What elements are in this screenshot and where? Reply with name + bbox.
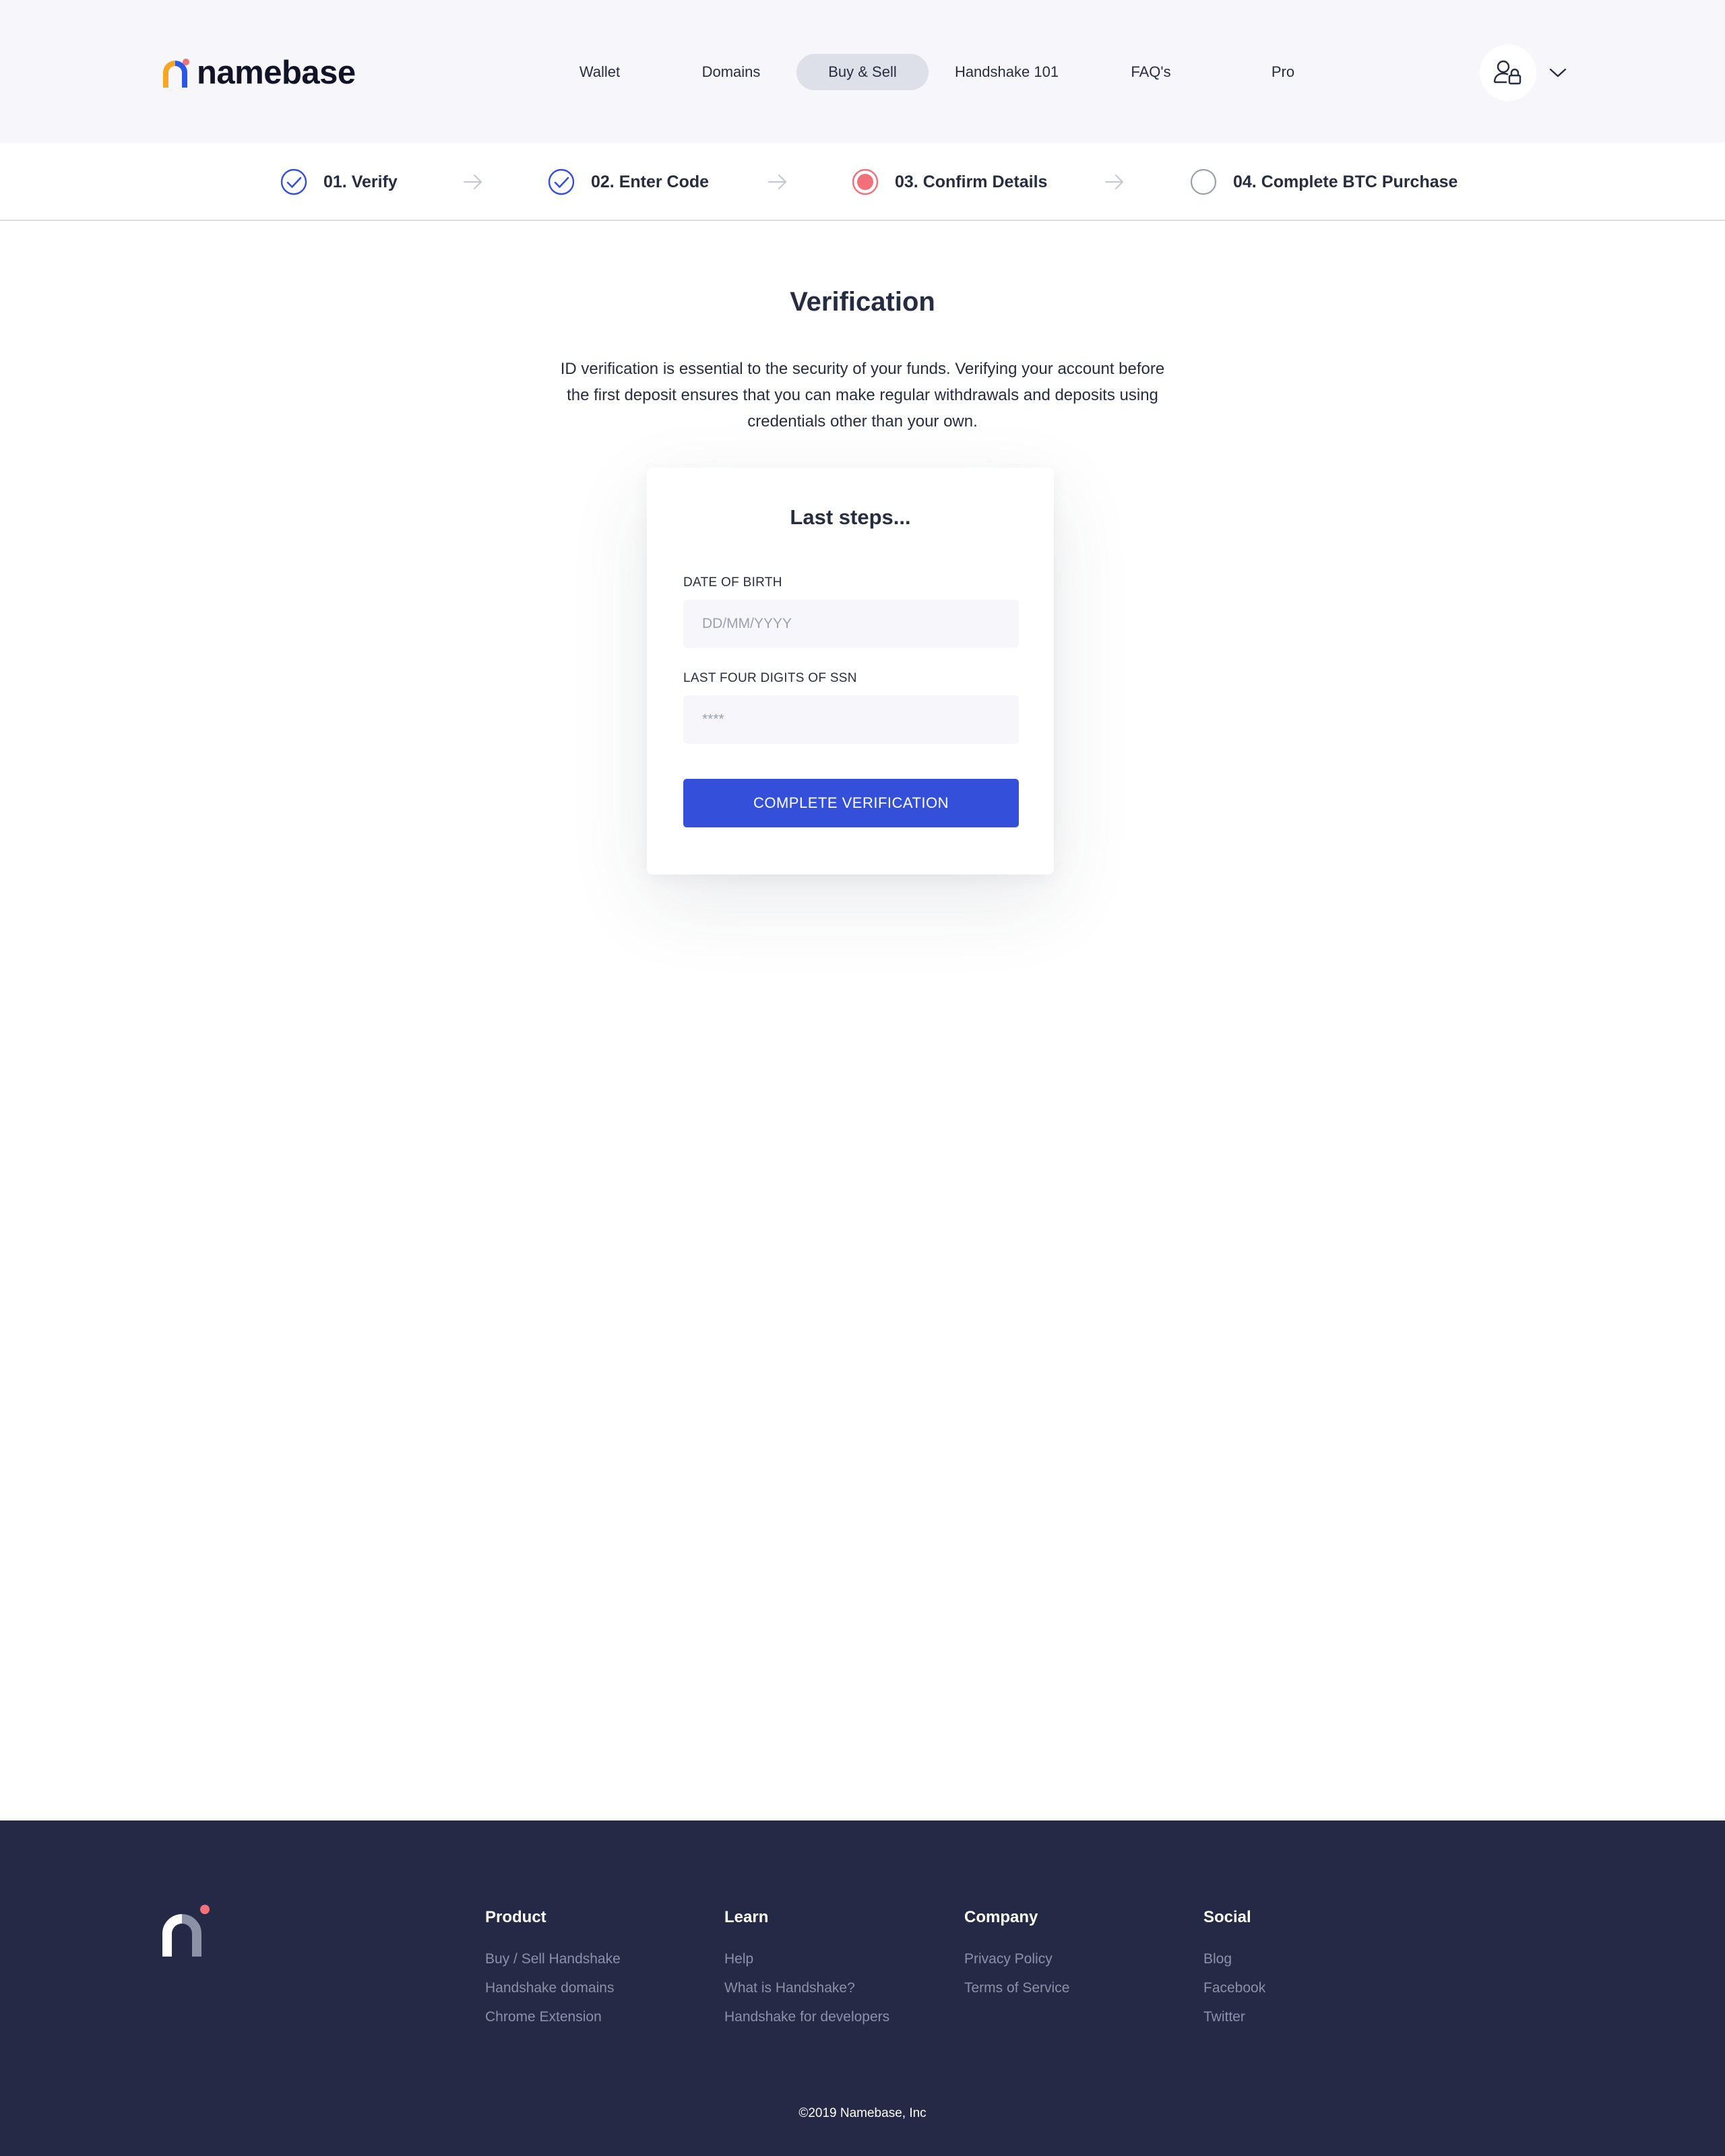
account-button[interactable] (1480, 44, 1536, 101)
dob-label: DATE OF BIRTH (683, 575, 782, 590)
footer-column-title: Learn (724, 1908, 769, 1926)
footer-column-company: Company Privacy Policy Terms of Service (964, 1908, 1187, 2002)
step-complete-btc-purchase: 04. Complete BTC Purchase (1190, 143, 1457, 221)
footer-link-handshake-domains[interactable]: Handshake domains (485, 1973, 708, 2002)
nav-domains[interactable]: Domains (665, 54, 797, 90)
footer-link-blog[interactable]: Blog (1203, 1944, 1426, 1973)
arrow-right-icon (463, 174, 482, 190)
nav-wallet[interactable]: Wallet (534, 54, 666, 90)
step-label: 04. Complete BTC Purchase (1233, 172, 1458, 191)
footer-link-handshake-for-developers[interactable]: Handshake for developers (724, 2002, 947, 2031)
verification-card: Last steps... DATE OF BIRTH LAST FOUR DI… (647, 468, 1054, 875)
card-title: Last steps... (790, 505, 911, 529)
nav-pro[interactable]: Pro (1217, 54, 1349, 90)
nav-handshake-101[interactable]: Handshake 101 (941, 54, 1073, 90)
namebase-footer-logo-icon[interactable] (162, 1904, 212, 1957)
site-footer: Product Buy / Sell Handshake Handshake d… (0, 1820, 1725, 2156)
step-confirm-details: 03. Confirm Details (852, 143, 1047, 221)
footer-link-twitter[interactable]: Twitter (1203, 2002, 1426, 2031)
step-label: 02. Enter Code (591, 172, 710, 191)
page-title: Verification (790, 287, 935, 317)
main-nav: Wallet Domains Buy & Sell Handshake 101 … (0, 0, 1725, 143)
progress-steps: 01. Verify 02. Enter Code 03. Confirm De… (0, 143, 1725, 221)
footer-link-help[interactable]: Help (724, 1944, 947, 1973)
arrow-right-icon (767, 174, 787, 190)
empty-circle-icon (1190, 168, 1217, 195)
account-menu-toggle[interactable] (1547, 62, 1569, 84)
step-verify: 01. Verify (280, 143, 398, 221)
footer-column-learn: Learn Help What is Handshake? Handshake … (724, 1908, 947, 2031)
footer-column-product: Product Buy / Sell Handshake Handshake d… (485, 1908, 708, 2031)
footer-link-buy-sell-handshake[interactable]: Buy / Sell Handshake (485, 1944, 708, 1973)
footer-column-social: Social Blog Facebook Twitter (1203, 1908, 1426, 2031)
user-lock-icon (1493, 60, 1522, 85)
footer-column-title: Social (1203, 1908, 1251, 1926)
footer-link-what-is-handshake[interactable]: What is Handshake? (724, 1973, 947, 2002)
footer-link-facebook[interactable]: Facebook (1203, 1973, 1426, 2002)
check-circle-icon (280, 168, 307, 195)
nav-faqs[interactable]: FAQ's (1085, 54, 1217, 90)
ssn-input[interactable] (683, 695, 1019, 744)
complete-verification-button[interactable]: COMPLETE VERIFICATION (683, 779, 1019, 827)
step-label: 01. Verify (323, 172, 398, 191)
footer-column-title: Company (964, 1908, 1038, 1926)
nav-buy-sell[interactable]: Buy & Sell (796, 54, 929, 90)
arrow-right-icon (1104, 174, 1124, 190)
footer-link-terms-of-service[interactable]: Terms of Service (964, 1973, 1187, 2002)
step-label: 03. Confirm Details (895, 172, 1048, 191)
chevron-down-icon (1549, 68, 1567, 77)
page-intro-text: ID verification is essential to the secu… (560, 360, 1165, 431)
current-step-icon (852, 168, 879, 195)
footer-column-title: Product (485, 1908, 546, 1926)
check-circle-icon (548, 168, 575, 195)
copyright-text: ©2019 Namebase, Inc (798, 2106, 927, 2120)
ssn-label: LAST FOUR DIGITS OF SSN (683, 671, 857, 685)
footer-link-privacy-policy[interactable]: Privacy Policy (964, 1944, 1187, 1973)
dob-input[interactable] (683, 600, 1019, 648)
step-enter-code: 02. Enter Code (548, 143, 709, 221)
footer-link-chrome-extension[interactable]: Chrome Extension (485, 2002, 708, 2031)
top-header: namebase Wallet Domains Buy & Sell Hands… (0, 0, 1725, 143)
